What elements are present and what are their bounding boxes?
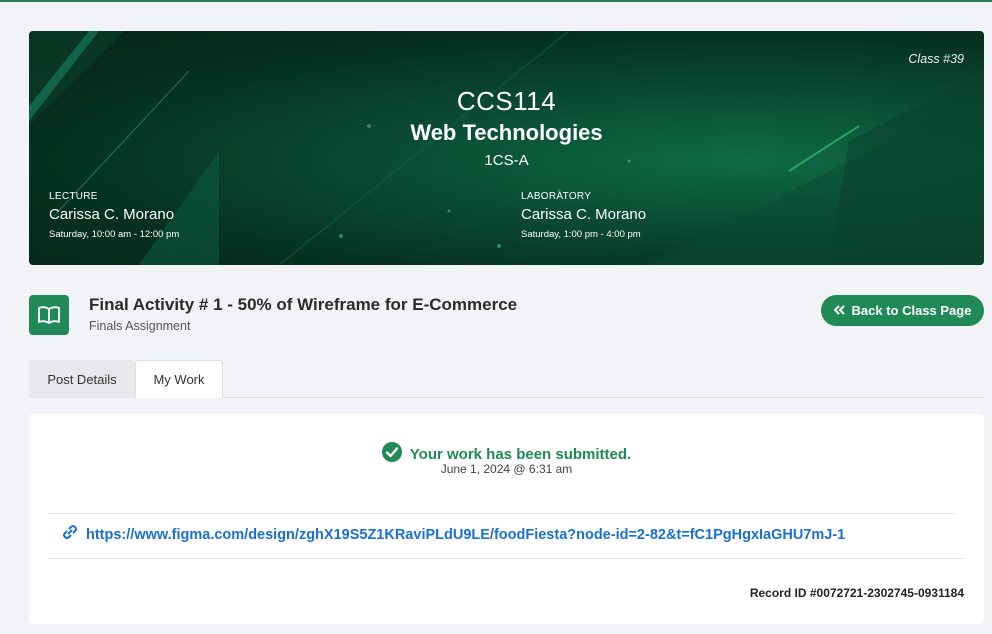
submission-status-text: Your work has been submitted. bbox=[409, 445, 632, 463]
tab-my-work[interactable]: My Work bbox=[135, 360, 223, 398]
tab-post-details[interactable]: Post Details bbox=[29, 360, 135, 398]
class-banner: Class #39 CCS114 Web Technologies 1CS-A … bbox=[29, 31, 984, 265]
lecture-schedule: LECTURE Carissa C. Morano Saturday, 10:0… bbox=[49, 191, 179, 240]
record-id-value: #0072721-2302745-0931184 bbox=[809, 586, 964, 600]
laboratory-time: Saturday, 1:00 pm - 4:00 pm bbox=[521, 229, 641, 240]
laboratory-schedule: LABORATORY Carissa C. Morano Saturday, 1… bbox=[521, 191, 646, 240]
record-id: Record ID #0072721-2302745-0931184 bbox=[750, 586, 964, 600]
laboratory-instructor: Carissa C. Morano bbox=[521, 206, 647, 223]
divider bbox=[48, 558, 964, 559]
book-open-icon bbox=[29, 295, 69, 335]
back-to-class-label: Back to Class Page bbox=[851, 303, 972, 318]
record-id-label: Record ID bbox=[749, 586, 807, 600]
double-chevron-left-icon bbox=[833, 303, 845, 318]
activity-title: Final Activity # 1 - 50% of Wireframe fo… bbox=[89, 295, 518, 314]
lecture-time: Saturday, 10:00 am - 12:00 pm bbox=[49, 229, 180, 240]
lecture-instructor: Carissa C. Morano bbox=[49, 206, 175, 223]
course-code: CCS114 bbox=[456, 86, 557, 116]
class-number: Class #39 bbox=[908, 52, 964, 66]
course-name: Web Technologies bbox=[410, 120, 603, 145]
submitted-link[interactable]: https://www.figma.com/design/zghX19S5Z1K… bbox=[62, 524, 845, 545]
course-section: 1CS-A bbox=[484, 152, 529, 169]
activity-subtitle: Finals Assignment bbox=[89, 319, 191, 333]
top-accent-line bbox=[0, 0, 992, 2]
submission-card: Your work has been submitted. June 1, 20… bbox=[29, 414, 984, 624]
link-icon bbox=[62, 524, 78, 545]
submitted-link-url[interactable]: https://www.figma.com/design/zghX19S5Z1K… bbox=[86, 527, 845, 543]
laboratory-label: LABORATORY bbox=[521, 191, 592, 202]
divider bbox=[48, 513, 955, 514]
submission-date: June 1, 2024 @ 6:31 am bbox=[440, 462, 573, 476]
lecture-label: LECTURE bbox=[49, 191, 98, 202]
back-to-class-button[interactable]: Back to Class Page bbox=[821, 295, 984, 326]
